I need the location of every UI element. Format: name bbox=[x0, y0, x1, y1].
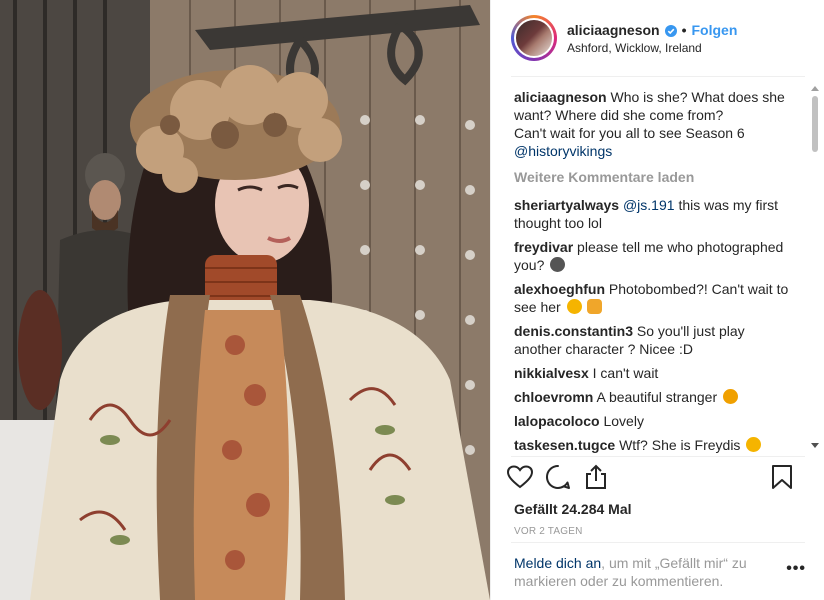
comment-text: Wtf? She is Freydis bbox=[619, 437, 741, 453]
more-options-icon[interactable]: ••• bbox=[786, 560, 806, 578]
caption-line2: Can't wait for you all to see Season 6 bbox=[514, 125, 745, 141]
share-icon bbox=[586, 464, 606, 489]
header-text: aliciaagneson • Folgen Ashford, Wicklow,… bbox=[567, 22, 737, 55]
comment-mention[interactable]: @js.191 bbox=[623, 197, 675, 213]
login-prompt: Melde dich an, um mit „Gefällt mir“ zu m… bbox=[514, 554, 754, 590]
comment-username[interactable]: nikkialvesx bbox=[514, 365, 589, 381]
comment-username[interactable]: lalopacoloco bbox=[514, 413, 600, 429]
header-username[interactable]: aliciaagneson bbox=[567, 22, 660, 38]
save-button[interactable] bbox=[767, 462, 797, 492]
clapping-hands-emoji-icon bbox=[587, 299, 603, 314]
heart-icon bbox=[507, 465, 533, 489]
comment-text: I can't wait bbox=[592, 365, 659, 381]
share-button[interactable] bbox=[581, 462, 611, 492]
scroll-down-arrow-icon[interactable] bbox=[811, 443, 819, 448]
comment-username[interactable]: chloevromn bbox=[514, 389, 593, 405]
caption: aliciaagneson Who is she? What does she … bbox=[514, 88, 794, 160]
comment-item: taskesen.tugce Wtf? She is Freydis bbox=[514, 436, 794, 454]
header-row: aliciaagneson • Folgen bbox=[567, 22, 737, 38]
likes-count[interactable]: Gefällt 24.284 Mal bbox=[514, 501, 632, 517]
post-header: aliciaagneson • Folgen Ashford, Wicklow,… bbox=[491, 0, 824, 76]
comment-item: chloevromn A beautiful stranger bbox=[514, 388, 794, 406]
comment-item: alexhoeghfun Photobombed?! Can't wait to… bbox=[514, 280, 794, 316]
smirk-face-emoji-icon bbox=[746, 437, 762, 452]
location-link[interactable]: Ashford, Wicklow, Ireland bbox=[567, 41, 737, 55]
login-link[interactable]: Melde dich an bbox=[514, 555, 601, 571]
post-photo[interactable] bbox=[0, 0, 490, 600]
comment-text: A beautiful stranger bbox=[596, 389, 718, 405]
avatar[interactable] bbox=[514, 18, 554, 58]
caption-mention[interactable]: @historyvikings bbox=[514, 143, 612, 159]
like-button[interactable] bbox=[505, 462, 535, 492]
comment-button[interactable] bbox=[543, 462, 573, 492]
tongue-face-emoji-icon bbox=[723, 389, 739, 404]
comment-username[interactable]: alexhoeghfun bbox=[514, 281, 605, 297]
comment-text: Lovely bbox=[603, 413, 644, 429]
comment-item: sheriartyalways @js.191 this was my firs… bbox=[514, 196, 794, 232]
post-actions bbox=[505, 462, 805, 496]
header-divider bbox=[511, 76, 805, 77]
footer-divider bbox=[511, 542, 805, 543]
comment-item: nikkialvesx I can't wait bbox=[514, 364, 794, 382]
post-age[interactable]: VOR 2 TAGEN bbox=[514, 526, 583, 537]
comments-list: aliciaagneson Who is she? What does she … bbox=[514, 88, 794, 456]
actions-divider bbox=[511, 456, 805, 457]
verified-badge-icon bbox=[664, 24, 677, 37]
bookmark-icon bbox=[772, 465, 792, 489]
post-side-panel: aliciaagneson • Folgen Ashford, Wicklow,… bbox=[490, 0, 824, 600]
caption-username[interactable]: aliciaagneson bbox=[514, 89, 607, 105]
load-more-comments-button[interactable]: Weitere Kommentare laden bbox=[514, 168, 794, 186]
comment-item: freydivar please tell me who photographe… bbox=[514, 238, 794, 274]
comment-username[interactable]: sheriartyalways bbox=[514, 197, 619, 213]
comment-username[interactable]: denis.constantin3 bbox=[514, 323, 633, 339]
avatar-story-ring[interactable] bbox=[511, 15, 557, 61]
photo-illustration bbox=[0, 0, 490, 600]
neutral-face-emoji-icon bbox=[550, 257, 566, 272]
heart-eyes-emoji-icon bbox=[566, 299, 582, 314]
instagram-post: aliciaagneson • Folgen Ashford, Wicklow,… bbox=[0, 0, 824, 600]
comment-item: lalopacoloco Lovely bbox=[514, 412, 794, 430]
comment-username[interactable]: freydivar bbox=[514, 239, 573, 255]
scrollbar-thumb[interactable] bbox=[812, 96, 818, 152]
follow-button[interactable]: Folgen bbox=[692, 22, 738, 38]
comment-username[interactable]: taskesen.tugce bbox=[514, 437, 615, 453]
comment-item: denis.constantin3 So you'll just play an… bbox=[514, 322, 794, 358]
comments-scrollbar[interactable] bbox=[809, 84, 820, 450]
header-separator: • bbox=[681, 21, 687, 38]
speech-bubble-icon bbox=[546, 464, 570, 489]
scroll-up-arrow-icon[interactable] bbox=[811, 86, 819, 91]
